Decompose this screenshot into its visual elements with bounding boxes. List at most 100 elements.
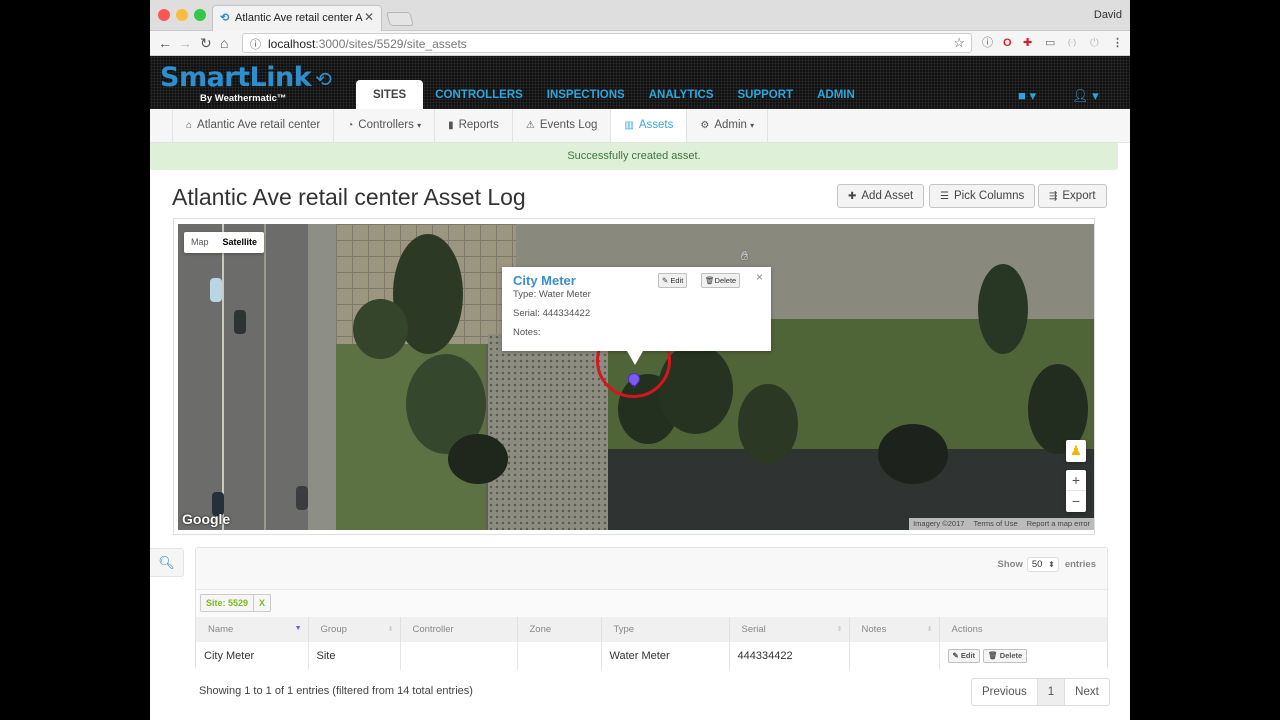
pick-columns-button[interactable]: ☰ Pick Columns xyxy=(929,184,1036,208)
trash-icon: 🗑︎ xyxy=(988,651,998,660)
info-window-title[interactable]: City Meter xyxy=(513,273,576,288)
info-window-edit-button[interactable]: ✎ Edit xyxy=(658,273,688,288)
back-arrow-icon[interactable]: ← xyxy=(158,34,172,52)
hand-cursor-icon: ✋︎ xyxy=(741,248,749,263)
sort-icon: ⬍ xyxy=(387,626,394,633)
nav-sites[interactable]: SITES xyxy=(356,80,424,109)
col-serial[interactable]: Serial ⬍ xyxy=(729,617,850,642)
subnav-site-home[interactable]: ⌂ Atlantic Ave retail center xyxy=(172,109,333,142)
logo-subtitle: By Weathermatic™ xyxy=(200,93,287,104)
nav-analytics[interactable]: ANALYTICS xyxy=(637,80,726,109)
nav-controllers[interactable]: CONTROLLERS xyxy=(423,80,535,109)
subnav-reports[interactable]: ▮ Reports xyxy=(434,109,512,142)
col-type-label: Type xyxy=(613,624,635,635)
nav-admin[interactable]: ADMIN xyxy=(805,80,867,109)
subnav-controllers[interactable]: ◔ Controllers ▾ xyxy=(333,109,434,142)
bookmark-star-icon[interactable]: ☆ xyxy=(953,35,965,51)
table-row: City Meter Site Water Meter 444334422 ✎ … xyxy=(196,642,1107,670)
info-window-type: Type: Water Meter xyxy=(513,289,591,300)
address-bar[interactable]: ⓘ localhost:3000/sites/5529/site_assets … xyxy=(242,33,972,53)
export-button[interactable]: ⇶ Export xyxy=(1038,184,1107,208)
pagination-next[interactable]: Next xyxy=(1064,679,1109,705)
close-window-button[interactable] xyxy=(158,9,170,21)
col-group[interactable]: Group ⬍ xyxy=(308,617,401,642)
subnav-label: Atlantic Ave retail center xyxy=(197,119,321,131)
subnav-label: Admin xyxy=(714,119,747,131)
info-window-close-icon[interactable]: × xyxy=(756,270,763,284)
street-view-pegman-icon[interactable]: ♟ xyxy=(1066,440,1086,462)
extension-icon[interactable]: (·) xyxy=(1068,35,1076,51)
trash-icon: 🗑︎ xyxy=(705,276,715,285)
map-type-satellite-button[interactable]: Satellite xyxy=(216,232,265,253)
table-toolbar: Show 50 entries xyxy=(196,548,1107,590)
page-length-select[interactable]: 50 xyxy=(1026,557,1059,572)
subnav-events-log[interactable]: ⚠ Events Log xyxy=(511,109,611,142)
map-marker-stem xyxy=(633,385,634,392)
satellite-map[interactable]: Map Satellite City Meter Type: Water Met… xyxy=(178,224,1094,530)
map-tree xyxy=(448,434,508,484)
pagination-page-1[interactable]: 1 xyxy=(1036,679,1065,705)
nav-inspections[interactable]: INSPECTIONS xyxy=(535,80,637,109)
maximize-window-button[interactable] xyxy=(194,9,206,21)
map-tree xyxy=(978,264,1028,354)
home-icon: ⌂ xyxy=(186,120,193,131)
browser-tab[interactable]: ⟲ Atlantic Ave retail center Asset ✕ xyxy=(212,5,382,31)
columns-icon: ▥ xyxy=(624,120,634,131)
subnav-assets[interactable]: ▥ Assets xyxy=(610,109,687,142)
page-title: Atlantic Ave retail center Asset Log xyxy=(172,184,526,210)
home-icon[interactable]: ⌂ xyxy=(220,34,228,52)
row-delete-button[interactable]: 🗑︎ Delete xyxy=(983,649,1028,663)
add-asset-button[interactable]: ✚ Add Asset xyxy=(837,184,925,208)
opera-extension-icon[interactable]: O xyxy=(1003,35,1012,51)
col-name[interactable]: Name ▼ xyxy=(196,617,309,642)
bar-chart-icon: ▮ xyxy=(448,120,454,131)
pagination-previous[interactable]: Previous xyxy=(972,679,1037,705)
edit-label: Edit xyxy=(960,651,976,660)
cast-icon[interactable]: ▭ xyxy=(1045,35,1055,51)
tab-close-icon[interactable]: ✕ xyxy=(364,10,374,24)
cell-notes xyxy=(849,642,940,670)
search-toggle-button[interactable]: 🔍︎ xyxy=(150,548,184,577)
profile-name[interactable]: David xyxy=(1094,9,1122,21)
pencil-icon: ✎ xyxy=(662,276,669,285)
chrome-menu-icon[interactable]: ⋮ xyxy=(1112,35,1123,51)
user-dropdown-icon[interactable]: 👤︎ ▾ xyxy=(1072,88,1099,104)
info-window-serial: Serial: 444334422 xyxy=(513,308,591,319)
col-group-label: Group xyxy=(320,624,347,635)
google-logo: Google xyxy=(182,511,231,527)
map-road xyxy=(178,224,308,530)
subnav-admin[interactable]: ⚙ Admin ▾ xyxy=(686,109,769,142)
minimize-window-button[interactable] xyxy=(176,9,188,21)
zoom-in-button[interactable]: + xyxy=(1066,470,1086,491)
row-edit-button[interactable]: ✎ Edit xyxy=(947,649,981,663)
col-notes[interactable]: Notes ⬍ xyxy=(849,617,940,642)
new-tab-button[interactable] xyxy=(386,12,414,26)
forward-arrow-icon[interactable]: → xyxy=(178,34,192,52)
assets-table: Name ▼ Group ⬍ Controller Zone Type Serial… xyxy=(196,617,1107,670)
power-extension-icon[interactable]: ⏻ xyxy=(1090,35,1099,51)
site-subnav: ⌂ Atlantic Ave retail center ◔ Controllers… xyxy=(150,109,1130,143)
reload-icon[interactable]: ↻ xyxy=(200,34,212,52)
map-type-map-button[interactable]: Map xyxy=(184,232,216,253)
messages-dropdown-icon[interactable]: ■ ▾ xyxy=(1018,88,1036,104)
imagery-credit: Imagery ©2017 xyxy=(913,519,965,528)
pencil-icon: ✎ xyxy=(952,651,959,660)
info-window-delete-button[interactable]: 🗑︎Delete xyxy=(701,273,741,288)
report-map-error-link[interactable]: Report a map error xyxy=(1021,518,1094,530)
col-zone: Zone xyxy=(517,617,602,642)
entries-label: entries xyxy=(1064,559,1096,570)
site-info-icon[interactable]: ⓘ xyxy=(250,36,261,52)
terms-of-use-link[interactable]: Terms of Use xyxy=(968,518,1021,530)
nav-support[interactable]: SUPPORT xyxy=(725,80,805,109)
info-extension-icon[interactable]: ⓘ xyxy=(982,35,993,51)
info-window-notes: Notes: xyxy=(513,327,541,338)
remove-filter-button[interactable]: X xyxy=(253,595,270,611)
cell-group: Site xyxy=(308,642,401,670)
smartlink-logo[interactable]: SmartLink ⟲ By Weathermatic™ xyxy=(160,62,332,104)
plus-extension-icon[interactable]: ✚ xyxy=(1023,35,1032,51)
warning-icon: ⚠ xyxy=(525,120,535,131)
zoom-out-button[interactable]: − xyxy=(1066,491,1086,512)
browser-titlebar: ⟲ Atlantic Ave retail center Asset ✕ Dav… xyxy=(150,0,1130,31)
dashboard-icon: ◔ xyxy=(347,120,354,131)
smartlink-favicon-icon: ⟲ xyxy=(220,12,230,24)
